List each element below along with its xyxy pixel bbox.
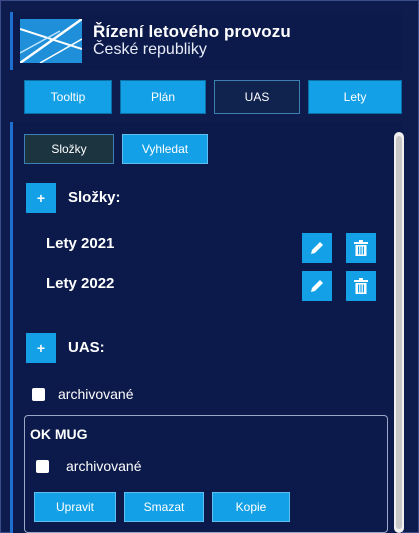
scrollbar[interactable] (394, 132, 404, 533)
subtab-folders[interactable]: Složky (24, 134, 114, 164)
pencil-icon (311, 280, 323, 292)
folders-heading: Složky: (68, 189, 121, 206)
uas-heading: UAS: (68, 339, 105, 356)
subtab-search[interactable]: Vyhledat (122, 134, 208, 164)
tab-uas[interactable]: UAS (214, 80, 300, 114)
edit-folder-button[interactable] (302, 233, 332, 263)
copy-uas-button[interactable]: Kopie (212, 492, 290, 522)
logo-icon (19, 18, 83, 64)
card-archived-checkbox[interactable] (36, 460, 49, 473)
edit-uas-button[interactable]: Upravit (34, 492, 116, 522)
tab-plan[interactable]: Plán (120, 80, 206, 114)
uas-card-title: OK MUG (30, 426, 88, 442)
app-header: Řízení letového provozu České republiky (10, 12, 402, 70)
delete-folder-button[interactable] (346, 271, 376, 301)
archived-label: archivované (58, 386, 134, 402)
brand-line-1: Řízení letového provozu (93, 22, 291, 41)
add-folder-button[interactable]: + (26, 183, 56, 213)
archived-checkbox[interactable] (32, 388, 45, 401)
tab-tooltip[interactable]: Tooltip (24, 80, 112, 114)
brand-text: Řízení letového provozu České republiky (93, 23, 291, 59)
folder-name: Lety 2021 (46, 235, 115, 252)
trash-icon (354, 278, 368, 294)
pencil-icon (311, 242, 323, 254)
edit-folder-button[interactable] (302, 271, 332, 301)
card-archived-label: archivované (66, 458, 142, 474)
trash-icon (354, 240, 368, 256)
delete-uas-button[interactable]: Smazat (124, 492, 204, 522)
folder-name: Lety 2022 (46, 275, 115, 292)
add-uas-button[interactable]: + (26, 333, 56, 363)
main-tabs: Tooltip Plán UAS Lety (24, 80, 402, 114)
brand-line-2: České republiky (93, 41, 207, 58)
scrollbar-thumb[interactable] (396, 136, 402, 529)
delete-folder-button[interactable] (346, 233, 376, 263)
tab-lety[interactable]: Lety (308, 80, 402, 114)
